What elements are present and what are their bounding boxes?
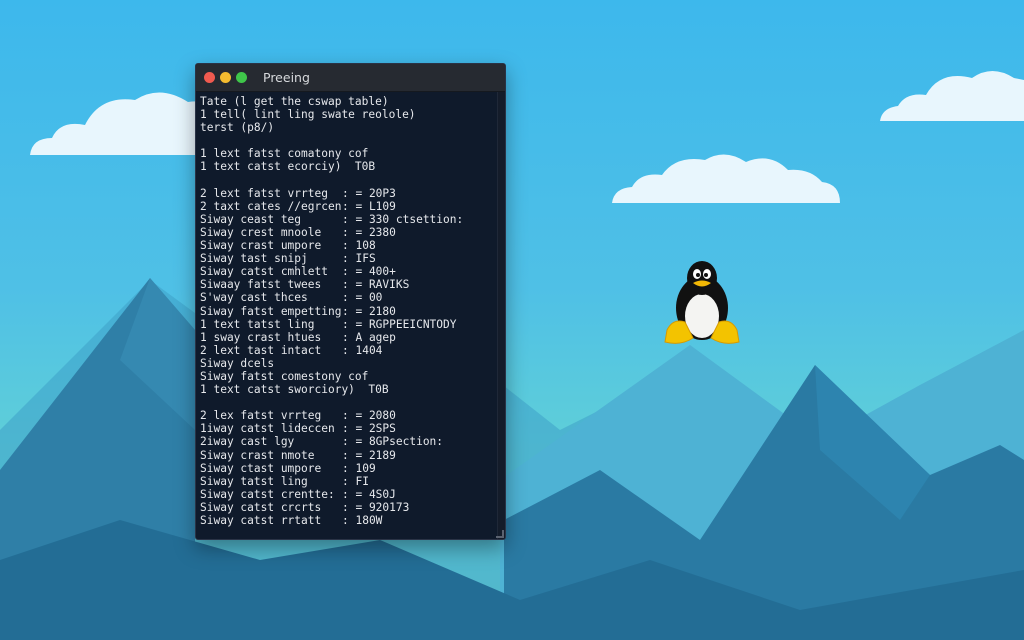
row-name: Siway fatst empetting: [200, 304, 342, 318]
maximize-button[interactable]: [236, 72, 247, 83]
table-row: 1 sway crast htues : A agep: [200, 331, 497, 344]
row-name: 2 lext tast intact: [200, 343, 322, 357]
output-line: terst (p8/): [200, 121, 275, 135]
table-row: Siway catst crcrts : = 920173: [200, 501, 497, 514]
row-name: Siway catst cmhlett: [200, 265, 328, 279]
clouds: [30, 71, 1024, 203]
row-name: 2 lex fatst vrrteg: [200, 409, 322, 423]
table-row: Siway crast umpore : 108: [200, 239, 497, 252]
row-value: : = 20P3: [342, 186, 396, 200]
table-row: Siway tatst ling : FI: [200, 475, 497, 488]
row-name: Siway ctast umpore: [200, 461, 322, 475]
row-value: : = 2080: [342, 409, 396, 423]
close-button[interactable]: [204, 72, 215, 83]
table-row: Siway catst crentte: : = 4S0J: [200, 488, 497, 501]
row-name: Siway tast snipj: [200, 252, 308, 266]
table-row: Siway fatst empetting: = 2180: [200, 305, 497, 318]
row-name: 2 taxt cates //egrcen: [200, 199, 342, 213]
minimize-button[interactable]: [220, 72, 231, 83]
table-row: Siway ctast umpore : 109: [200, 462, 497, 475]
terminal-window[interactable]: Preeing Tate (l get the cswap table) 1 t…: [195, 63, 506, 540]
output-line: 1 lext fatst comatony cof: [200, 147, 369, 161]
row-value: : = RGPPEEICNTODY: [342, 317, 457, 331]
table-row: Siway ceast teg : = 330 ctsettion:: [200, 213, 497, 226]
row-name: Siway crast umpore: [200, 239, 322, 253]
row-value: : = 2180: [342, 304, 396, 318]
wallpaper-art: [0, 71, 1024, 640]
vertical-scrollbar[interactable]: [497, 92, 505, 539]
row-name: Siway tatst ling: [200, 474, 308, 488]
row-value: : = 00: [342, 291, 383, 305]
output-line: 1 tell( lint ling swate reolole): [200, 108, 416, 122]
output-line: 1 text catst ecorciy) T0B: [200, 160, 376, 174]
row-name: S'way cast thces: [200, 291, 308, 305]
table-row: 2 taxt cates //egrcen: = L109: [200, 200, 497, 213]
output-line: Tate (l get the cswap table): [200, 95, 389, 108]
resize-handle[interactable]: [496, 530, 504, 538]
row-value: : IFS: [342, 252, 376, 266]
row-name: 1iway catst lideccen: [200, 422, 335, 436]
row-value: : 108: [342, 239, 376, 253]
row-value: : 109: [342, 461, 376, 475]
row-name: 1 sway crast htues: [200, 330, 322, 344]
row-value: : = 400+: [342, 265, 396, 279]
output-line: Siway dcels: [200, 356, 275, 370]
row-name: 1 text tatst ling: [200, 317, 315, 331]
row-name: Siway crest mnoole: [200, 225, 322, 239]
table-row: 2 lext tast intact : 1404: [200, 344, 497, 357]
row-name: 2 lext fatst vrrteg: [200, 186, 328, 200]
row-value: : = 2189: [342, 448, 396, 462]
table-row: Siway catst cmhlett : = 400+: [200, 265, 497, 278]
table-row: 1 text tatst ling : = RGPPEEICNTODY: [200, 318, 497, 331]
row-value: : 1404: [342, 343, 383, 357]
table-row: 2iway cast lgy : = 8GPsection:: [200, 435, 497, 448]
table-row: Siwaay fatst twees : = RAVIKS: [200, 278, 497, 291]
row-name: Siway ceast teg: [200, 212, 302, 226]
row-value: : = L109: [342, 199, 396, 213]
output-line: 1 text catst sworciory) T0B: [200, 383, 389, 397]
table-row: Siway catst rrtatt : 180W: [200, 514, 497, 527]
row-value: : = 920173: [342, 500, 410, 514]
row-value: : = 2380: [342, 225, 396, 239]
row-name: Siwaay fatst twees: [200, 278, 322, 292]
table-row: S'way cast thces : = 00: [200, 291, 497, 304]
row-value: : = 4S0J: [342, 487, 396, 501]
table-row: 1iway catst lideccen : = 2SPS: [200, 422, 497, 435]
row-value: : = 2SPS: [342, 422, 396, 436]
table-row: Siway crest mnoole : = 2380: [200, 226, 497, 239]
row-value: : 180W: [342, 514, 383, 527]
row-value: : = 330 ctsettion:: [342, 212, 464, 226]
table-row: Siway crast nmote : = 2189: [200, 449, 497, 462]
row-name: 2iway cast lgy: [200, 435, 295, 449]
row-value: : = RAVIKS: [342, 278, 410, 292]
row-value: : FI: [342, 474, 369, 488]
row-value: : A agep: [342, 330, 396, 344]
table-row: 2 lex fatst vrrteg : = 2080: [200, 409, 497, 422]
row-name: Siway catst crentte:: [200, 487, 335, 501]
title-bar[interactable]: Preeing: [196, 64, 505, 92]
output-line: Siway fatst comestony cof: [200, 369, 369, 383]
table-row: 2 lext fatst vrrteg : = 20P3: [200, 187, 497, 200]
terminal-output[interactable]: Tate (l get the cswap table) 1 tell( lin…: [196, 92, 497, 539]
desktop-wallpaper: [0, 0, 1024, 640]
window-title: Preeing: [263, 70, 310, 85]
row-value: : = 8GPsection:: [342, 435, 444, 449]
row-name: Siway catst crcrts: [200, 500, 322, 514]
table-row: Siway tast snipj : IFS: [200, 252, 497, 265]
tux-penguin-icon: [664, 261, 740, 344]
row-name: Siway catst rrtatt: [200, 514, 322, 527]
row-name: Siway crast nmote: [200, 448, 315, 462]
